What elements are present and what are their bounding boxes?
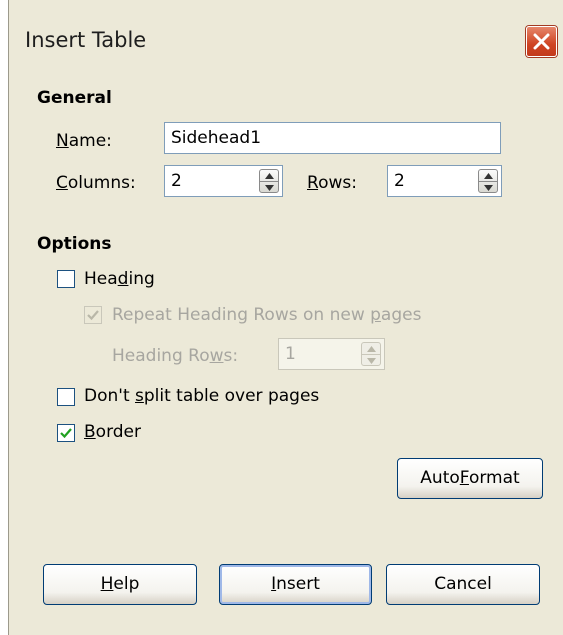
heading-checkbox-label[interactable]: Heading xyxy=(84,269,155,289)
spin-up-icon xyxy=(265,173,274,179)
dont-split-checkbox[interactable] xyxy=(57,388,75,406)
insert-button[interactable]: Insert xyxy=(219,564,372,605)
rows-spinner[interactable]: 2 xyxy=(387,165,502,197)
columns-label: Columns: xyxy=(56,173,136,193)
autoformat-button[interactable]: AutoFormat xyxy=(397,458,543,499)
border-label[interactable]: Border xyxy=(84,422,141,442)
dont-split-label[interactable]: Don't split table over pages xyxy=(84,386,319,406)
columns-spinner[interactable]: 2 xyxy=(164,165,283,197)
close-icon xyxy=(533,33,550,50)
repeat-heading-checkbox xyxy=(84,306,102,324)
name-label: Name: xyxy=(56,131,112,151)
spin-down-icon xyxy=(265,185,274,191)
columns-value: 2 xyxy=(171,171,182,191)
heading-checkbox[interactable] xyxy=(57,270,75,288)
heading-rows-label: Heading Rows: xyxy=(112,346,239,366)
dialog-title: Insert Table xyxy=(25,28,147,52)
columns-spin-buttons[interactable] xyxy=(259,169,279,193)
close-button[interactable] xyxy=(526,26,557,57)
spin-down-icon xyxy=(367,358,376,364)
checkmark-icon xyxy=(60,428,72,439)
options-heading: Options xyxy=(37,234,112,254)
heading-rows-spinner: 1 xyxy=(278,338,385,370)
spin-down-icon xyxy=(484,185,493,191)
cancel-button[interactable]: Cancel xyxy=(386,564,540,605)
checkmark-icon xyxy=(87,310,99,321)
heading-rows-spin-buttons xyxy=(361,342,381,366)
spin-up-icon xyxy=(367,346,376,352)
border-checkbox[interactable] xyxy=(57,424,75,442)
title-bar[interactable]: Insert Table xyxy=(9,0,563,84)
name-input[interactable]: Sidehead1 xyxy=(164,122,501,154)
rows-spin-buttons[interactable] xyxy=(478,169,498,193)
repeat-heading-label: Repeat Heading Rows on new pages xyxy=(112,305,422,325)
rows-value: 2 xyxy=(394,171,405,191)
rows-label: Rows: xyxy=(307,173,357,193)
heading-rows-value: 1 xyxy=(285,344,296,364)
insert-table-dialog: Insert Table General Name: Sidehead1 Col… xyxy=(8,0,563,635)
general-heading: General xyxy=(37,88,112,108)
spin-up-icon xyxy=(484,173,493,179)
help-button[interactable]: Help xyxy=(43,564,197,605)
